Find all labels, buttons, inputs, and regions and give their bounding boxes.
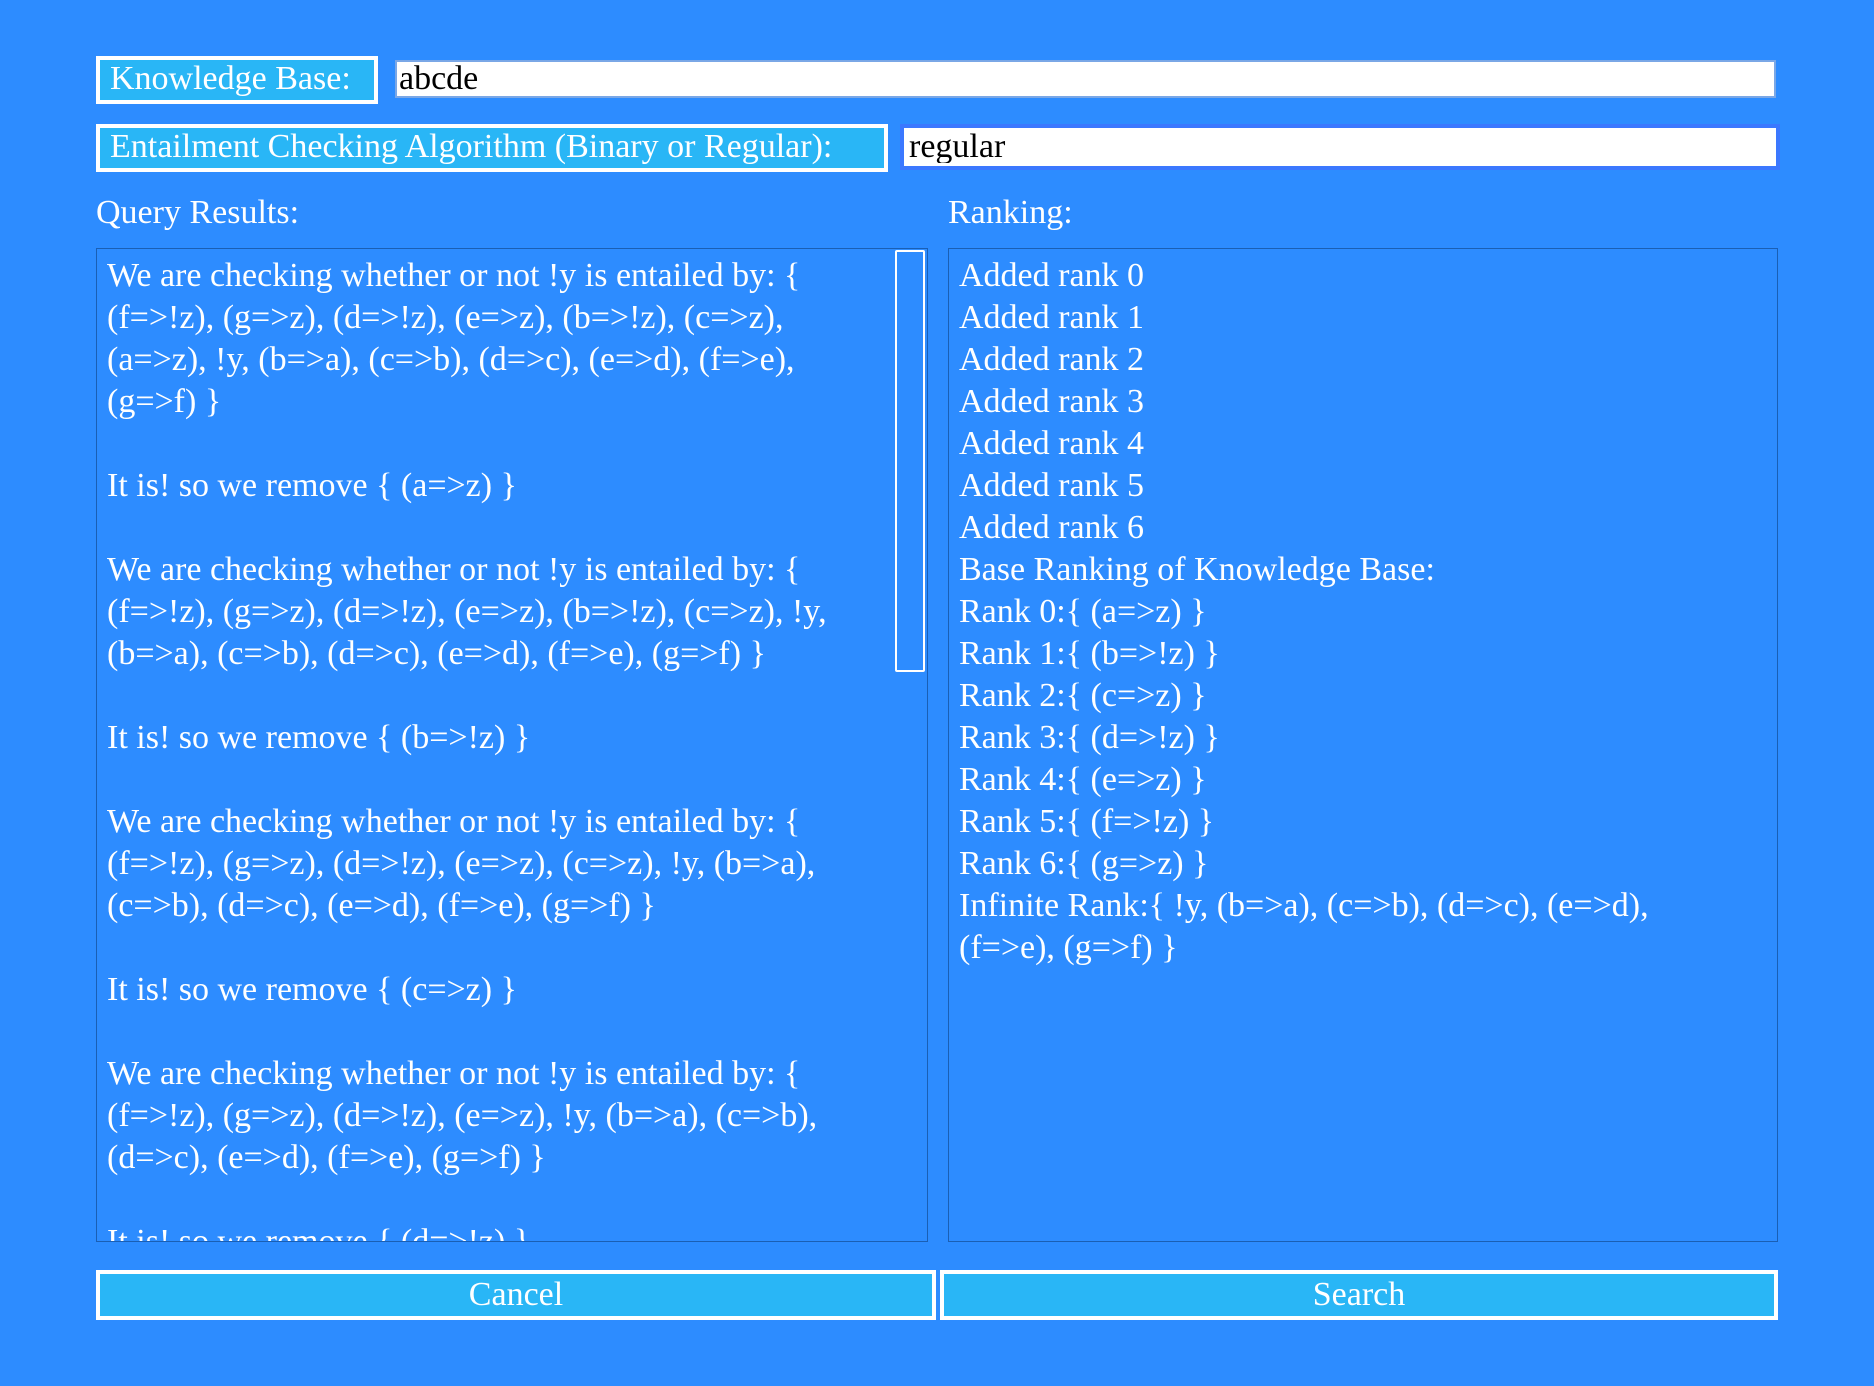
- query-result-line: (a=>z), !y, (b=>a), (c=>b), (d=>c), (e=>…: [107, 341, 795, 378]
- ranking-line: Added rank 6: [959, 509, 1145, 546]
- ranking-line: Rank 1:{ (b=>!z) }: [959, 635, 1220, 672]
- ranking-line: Rank 0:{ (a=>z) }: [959, 593, 1207, 630]
- query-results-pane[interactable]: We are checking whether or not !y is ent…: [96, 248, 928, 1242]
- query-result-line: We are checking whether or not !y is ent…: [107, 551, 801, 588]
- query-result-line: [107, 1011, 827, 1053]
- query-result-line: [107, 675, 827, 717]
- ranking-line: Rank 2:{ (c=>z) }: [959, 677, 1207, 714]
- query-result-line: [107, 507, 827, 549]
- query-result-line: (f=>!z), (g=>z), (d=>!z), (e=>z), (c=>z)…: [107, 845, 816, 882]
- ranking-line: Rank 5:{ (f=>!z) }: [959, 803, 1215, 840]
- ranking-title: Ranking:: [948, 194, 1073, 231]
- ranking-line: Added rank 5: [959, 467, 1145, 504]
- app-window: Knowledge Base: Entailment Checking Algo…: [0, 0, 1874, 1386]
- ranking-line: Rank 3:{ (d=>!z) }: [959, 719, 1220, 756]
- query-result-line: [107, 927, 827, 969]
- ranking-text: Added rank 0 Added rank 1 Added rank 2 Adde…: [959, 255, 1649, 969]
- query-result-line: [107, 1179, 827, 1221]
- knowledge-base-label: Knowledge Base:: [96, 56, 378, 104]
- query-result-line: It is! so we remove { (c=>z) }: [107, 971, 517, 1008]
- ranking-line: Infinite Rank:{ !y, (b=>a), (c=>b), (d=>…: [959, 887, 1649, 924]
- ranking-pane[interactable]: Added rank 0 Added rank 1 Added rank 2 Adde…: [948, 248, 1778, 1242]
- query-result-line: (d=>c), (e=>d), (f=>e), (g=>f) }: [107, 1139, 546, 1176]
- query-result-line: It is! so we remove { (d=>!z) }: [107, 1223, 531, 1242]
- ranking-line: Rank 4:{ (e=>z) }: [959, 761, 1207, 798]
- query-result-line: (f=>!z), (g=>z), (d=>!z), (e=>z), !y, (b…: [107, 1097, 818, 1134]
- ranking-line: Added rank 3: [959, 383, 1145, 420]
- ranking-line: Base Ranking of Knowledge Base:: [959, 551, 1435, 588]
- query-result-line: We are checking whether or not !y is ent…: [107, 257, 801, 294]
- ranking-line: Added rank 1: [959, 299, 1145, 336]
- query-result-line: It is! so we remove { (a=>z) }: [107, 467, 517, 504]
- ranking-line: Added rank 0: [959, 257, 1145, 294]
- query-results-title: Query Results:: [96, 194, 300, 231]
- query-result-line: We are checking whether or not !y is ent…: [107, 1055, 801, 1092]
- algorithm-label: Entailment Checking Algorithm (Binary or…: [96, 124, 888, 172]
- query-result-line: It is! so we remove { (b=>!z) }: [107, 719, 531, 756]
- query-result-line: (f=>!z), (g=>z), (d=>!z), (e=>z), (b=>!z…: [107, 593, 827, 630]
- ranking-line: Rank 6:{ (g=>z) }: [959, 845, 1209, 882]
- algorithm-input[interactable]: [904, 128, 1776, 166]
- ranking-line: Added rank 2: [959, 341, 1145, 378]
- ranking-line: Added rank 4: [959, 425, 1145, 462]
- search-button[interactable]: Search: [940, 1270, 1778, 1320]
- query-results-text: We are checking whether or not !y is ent…: [107, 255, 827, 1242]
- query-result-line: [107, 423, 827, 465]
- query-result-line: (c=>b), (d=>c), (e=>d), (f=>e), (g=>f) }: [107, 887, 656, 924]
- knowledge-base-input[interactable]: [395, 60, 1776, 98]
- query-results-scrollbar-thumb[interactable]: [895, 250, 925, 672]
- query-result-line: (b=>a), (c=>b), (d=>c), (e=>d), (f=>e), …: [107, 635, 766, 672]
- query-result-line: We are checking whether or not !y is ent…: [107, 803, 801, 840]
- query-result-line: (g=>f) }: [107, 383, 222, 420]
- cancel-button[interactable]: Cancel: [96, 1270, 936, 1320]
- query-result-line: [107, 759, 827, 801]
- ranking-line: (f=>e), (g=>f) }: [959, 929, 1178, 966]
- query-result-line: (f=>!z), (g=>z), (d=>!z), (e=>z), (b=>!z…: [107, 299, 784, 336]
